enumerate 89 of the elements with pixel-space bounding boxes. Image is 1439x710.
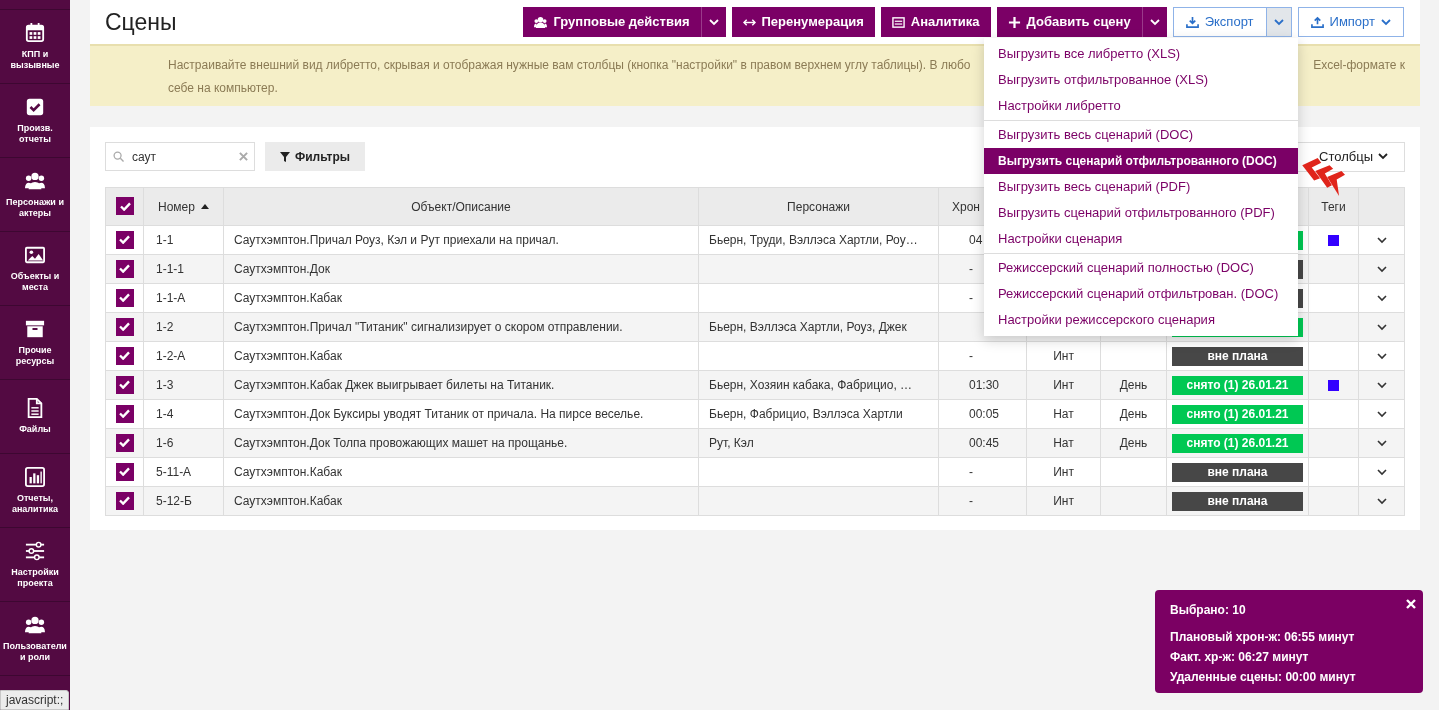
sidebar-item[interactable]: Настройки проекта (0, 528, 70, 602)
table-cell: День (1119, 407, 1148, 421)
status-badge: снято (1) 26.01.21 (1172, 404, 1303, 424)
table-cell: День (1119, 378, 1148, 392)
search-field[interactable]: саут (105, 142, 255, 171)
table-cell: 04 (969, 233, 983, 247)
menu-item[interactable]: Выгрузить весь сценарий (PDF) (984, 174, 1298, 200)
menu-item[interactable]: Настройки либретто (984, 93, 1298, 119)
table-cell: Бьерн, Труди, Вэллэса Хартли, Роу… (709, 233, 918, 247)
status-badge: снято (1) 26.01.21 (1172, 433, 1303, 453)
table-cell: Инт (1053, 465, 1074, 479)
table-cell: Бьерн, Хозяин кабака, Фабрицио, … (709, 378, 913, 392)
sidebar-item[interactable]: Произв. отчеты (0, 84, 70, 158)
summary-text: Факт. хр-ж: 06:27 минут (1170, 649, 1309, 665)
toolbar-button[interactable]: Перенумерация (731, 7, 875, 37)
table-cell: 1-6 (156, 436, 174, 450)
table-cell: 1-3 (156, 378, 174, 392)
table-cell: Саутхэмптон.Кабак (234, 465, 342, 479)
table-cell: Саутхэмптон.Кабак Джек выигрывает билеты на Титаник. (234, 378, 555, 392)
status-badge: вне плана (1172, 346, 1303, 366)
summary-text: Удаленные сцены: 00:00 минут (1170, 669, 1356, 685)
menu-item[interactable]: Выгрузить сценарий отфильтрованного (PDF) (984, 200, 1298, 226)
table-cell: Нат (1053, 436, 1074, 450)
table-cell: Инт (1053, 378, 1074, 392)
table-cell: 00:05 (969, 407, 1000, 421)
table-cell: Рут, Кэл (709, 436, 754, 450)
sidebar-item[interactable]: Пользователи и роли (0, 602, 70, 676)
browser-status-bar: javascript:; (0, 690, 70, 710)
table-cell: Саутхэмптон.Док (234, 262, 330, 276)
table-cell: - (969, 494, 973, 508)
status-badge: снято (1) 26.01.21 (1172, 375, 1303, 395)
page-title: Сцены (105, 7, 177, 37)
column-header[interactable]: Хрон (952, 199, 980, 214)
table-cell: Инт (1053, 349, 1074, 363)
status-badge: вне плана (1172, 491, 1303, 511)
banner-text: Excel-формате к (1313, 57, 1405, 74)
table-cell: 5-11-А (156, 465, 192, 479)
table-cell: - (969, 349, 973, 363)
table-cell: Саутхэмптон.Док Буксиры уводят Титаник от причала. На пирсе веселье. (234, 407, 644, 421)
filter-button[interactable]: Фильтры (265, 142, 366, 171)
table-cell: 00:45 (969, 436, 1000, 450)
menu-item[interactable]: Выгрузить отфильтрованное (XLS) (984, 67, 1298, 93)
sidebar-item[interactable]: Прочие ресурсы (0, 306, 70, 380)
table-cell: - (969, 262, 973, 276)
table-cell: Саутхэмптон.Причал Роуз, Кэл и Рут приехали на причал. (234, 233, 559, 247)
table-cell: День (1119, 436, 1148, 450)
table-cell: Инт (1053, 494, 1074, 508)
summary-text: Выбрано: 10 (1170, 602, 1246, 618)
banner-text: себе на компьютер. (168, 80, 278, 97)
table-cell: 5-12-Б (156, 494, 192, 508)
column-header[interactable]: Персонажи (787, 199, 850, 214)
column-header[interactable]: Объект/Описание (411, 199, 511, 214)
menu-item[interactable]: Режиссерский сценарий полностью (DOC) (984, 255, 1298, 281)
menu-item[interactable]: Выгрузить сценарий отфильтрованного (DOC) (984, 148, 1298, 174)
toolbar-button[interactable]: Групповые действия (523, 7, 701, 37)
toolbar-button[interactable]: Импорт (1297, 7, 1404, 37)
table-cell: Саутхэмптон.Кабак (234, 349, 342, 363)
banner-text: Настраивайте внешний вид либретто, скрывая и отображая нужные вам столбцы (кнопка "настройки" в правом верхнем углу таблицы). В любо (168, 57, 971, 74)
table-cell: Бьерн, Фабрицио, Вэллэса Хартли (709, 407, 903, 421)
table-cell: Нат (1053, 407, 1074, 421)
table-cell: Саутхэмптон.Кабак (234, 291, 342, 305)
table-cell: 01:30 (969, 378, 1000, 392)
column-header[interactable]: Теги (1321, 199, 1346, 214)
toolbar-button[interactable]: Добавить сцену (996, 7, 1142, 37)
sidebar-item[interactable]: КПП и вызывные (0, 10, 70, 84)
menu-item[interactable]: Режиссерский сценарий отфильтрован. (DOC) (984, 281, 1298, 307)
sidebar-item[interactable]: Файлы (0, 380, 70, 454)
table-cell: - (969, 465, 973, 479)
menu-item[interactable]: Настройки режиссерского сценария (984, 307, 1298, 333)
table-cell: 1-1-1 (156, 262, 184, 276)
table-cell: 1-4 (156, 407, 174, 421)
menu-item[interactable]: Настройки сценария (984, 226, 1298, 252)
toolbar-button[interactable]: Аналитика (880, 7, 991, 37)
status-badge: вне плана (1172, 462, 1303, 482)
table-cell: Бьерн, Вэллэса Хартли, Роуз, Джек (709, 320, 907, 334)
menu-item[interactable]: Выгрузить все либретто (XLS) (984, 41, 1298, 67)
table-cell: 1-1 (156, 233, 174, 247)
table-cell: 1-2-А (156, 349, 186, 363)
sidebar-item[interactable]: Персонажи и актеры (0, 158, 70, 232)
summary-text: Плановый хрон-ж: 06:55 минут (1170, 629, 1355, 645)
table-cell: Саутхэмптон.Док Толпа провожающих машет на прощанье. (234, 436, 568, 450)
toolbar-button[interactable]: Экспорт (1172, 7, 1267, 37)
table-cell: 1-1-А (156, 291, 186, 305)
table-cell: - (969, 291, 973, 305)
table-cell: Саутхэмптон.Причал "Титаник" сигнализирует о скором отправлении. (234, 320, 623, 334)
table-cell: 1-2 (156, 320, 174, 334)
sidebar-item[interactable]: Отчеты, аналитика (0, 454, 70, 528)
sidebar-item[interactable]: Объекты и места (0, 232, 70, 306)
table-cell: Саутхэмптон.Кабак (234, 494, 342, 508)
